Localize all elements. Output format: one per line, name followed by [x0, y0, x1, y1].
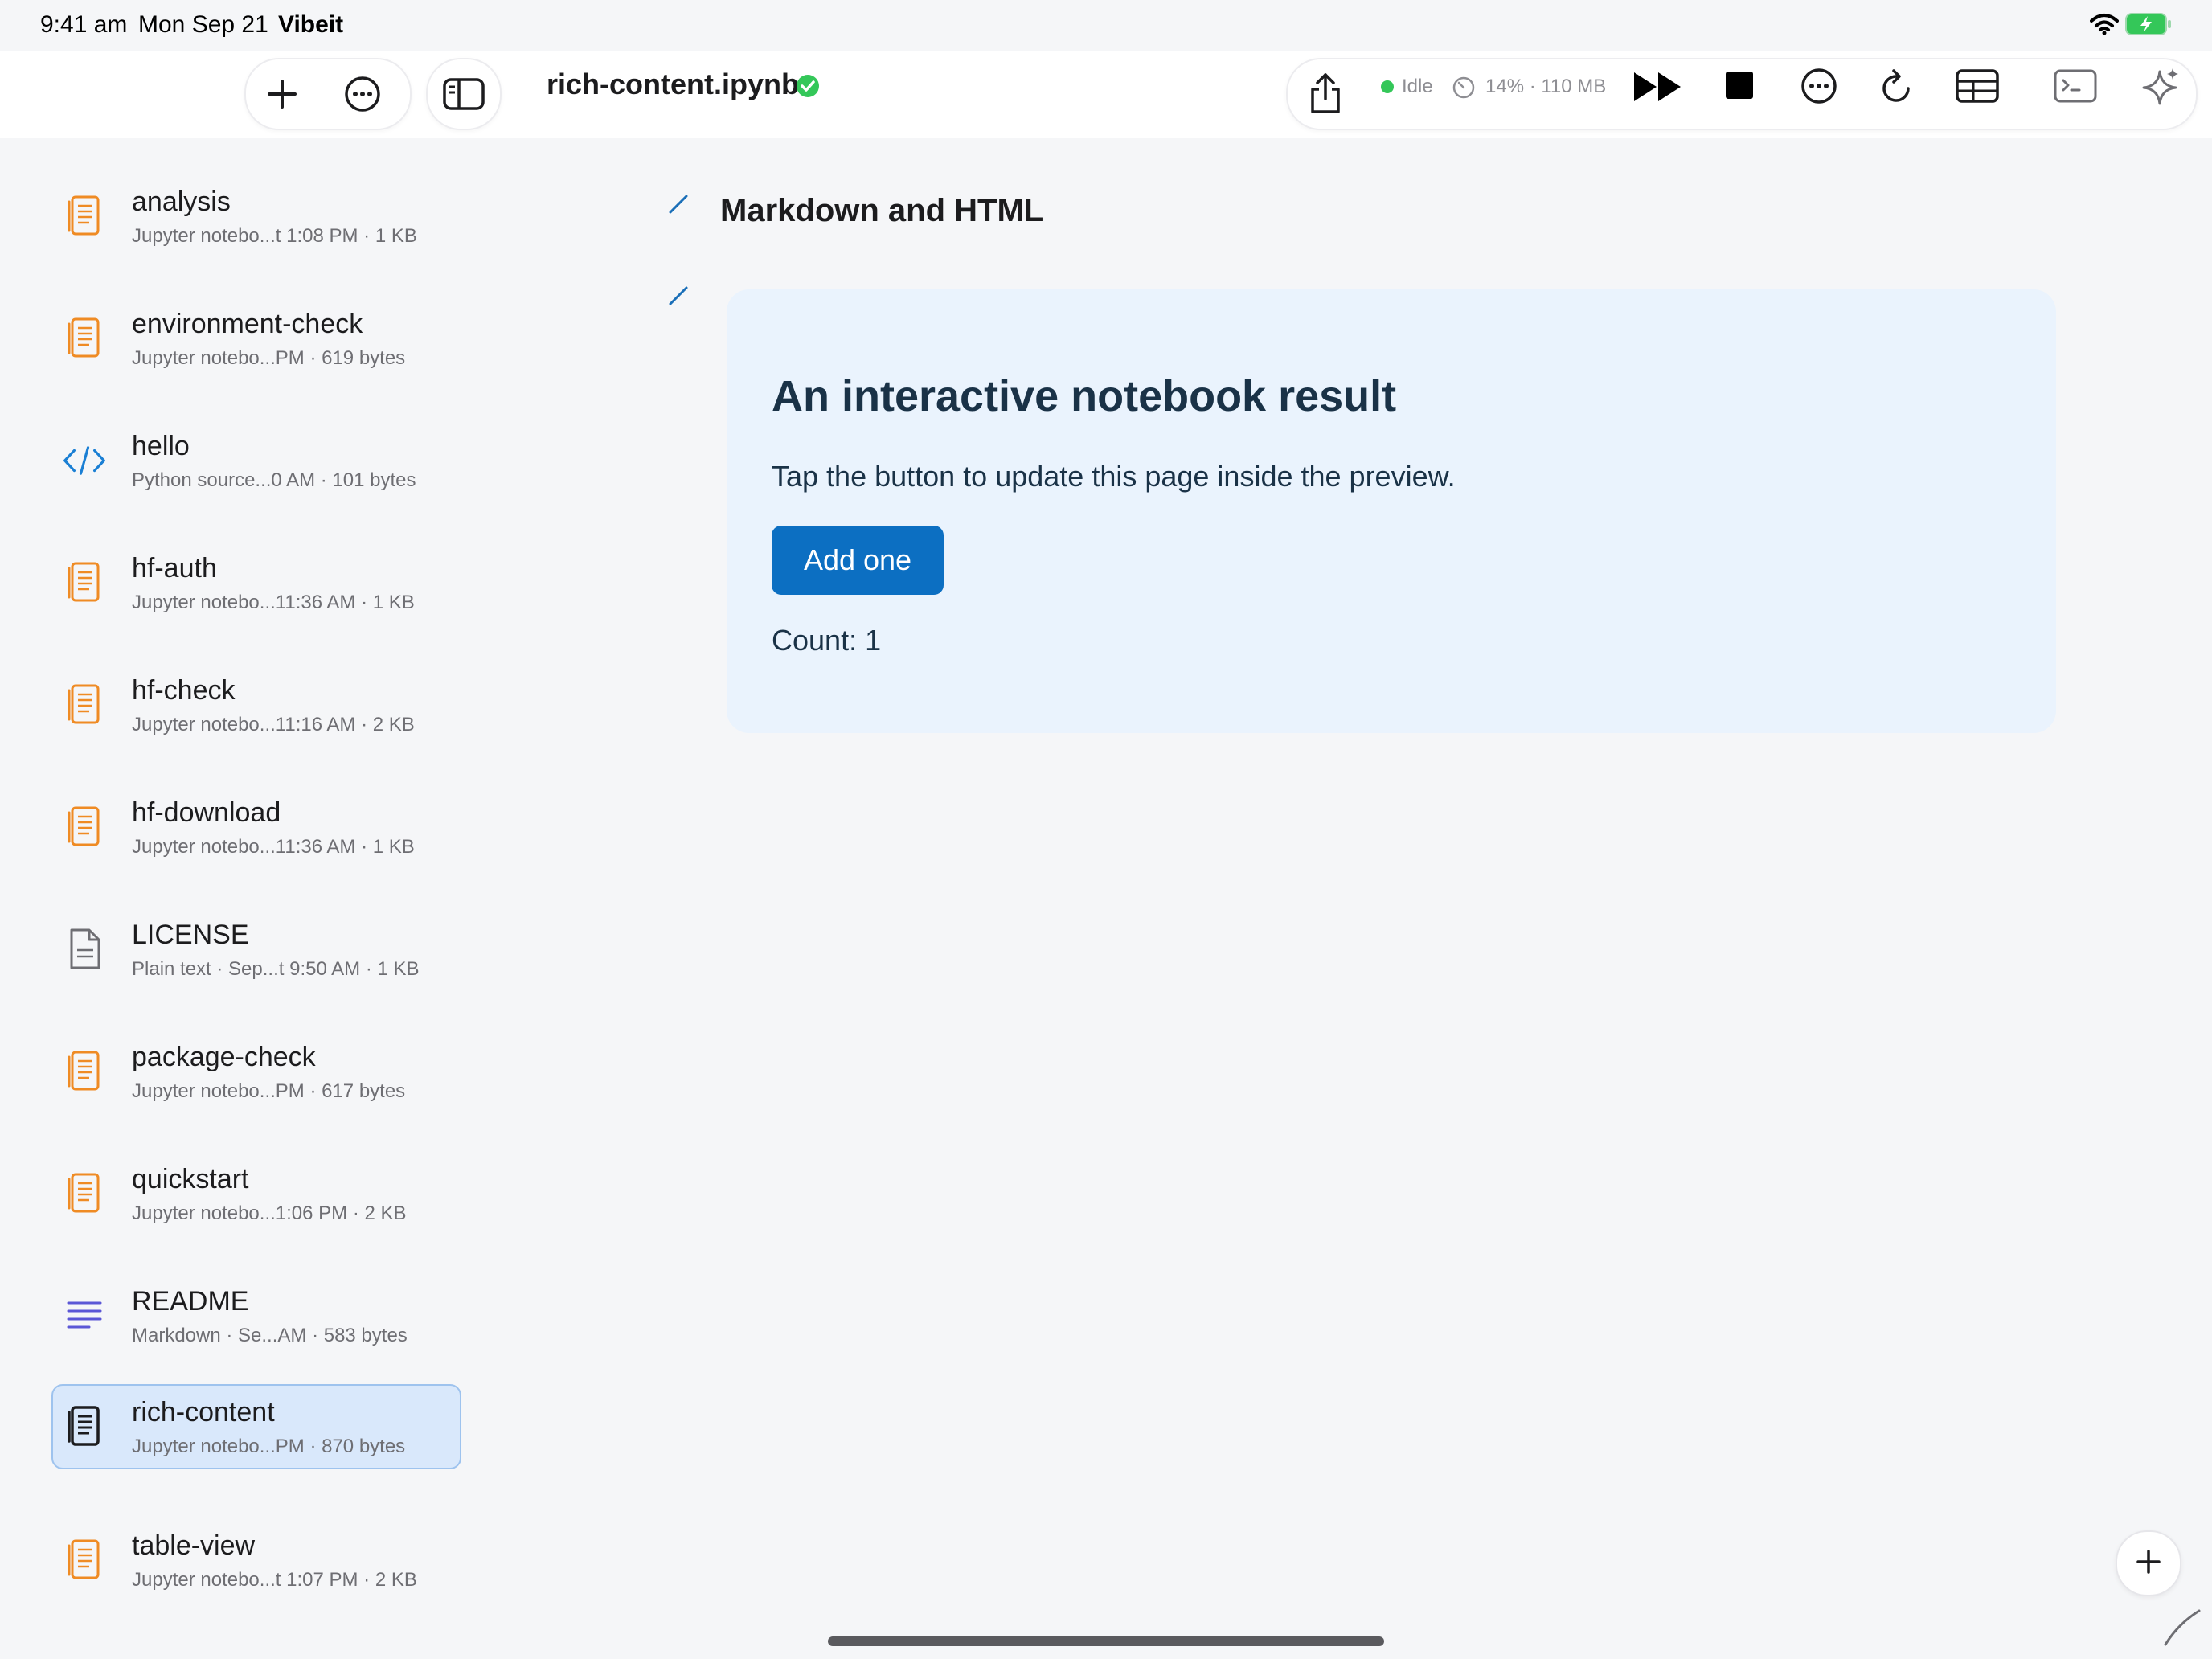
home-indicator[interactable]	[828, 1636, 1384, 1646]
output-description: Tap the button to update this page insid…	[772, 460, 1456, 493]
more-options-icon[interactable]	[1799, 66, 1839, 106]
notebook-icon	[63, 561, 106, 604]
status-date: Mon Sep 21	[138, 11, 268, 38]
file-name: hf-auth	[132, 553, 217, 584]
file-item-readme[interactable]: README Markdown · Se...AM · 583 bytes	[51, 1273, 461, 1358]
document-title[interactable]: rich-content.ipynb	[547, 68, 799, 101]
file-item-package-check[interactable]: package-check Jupyter notebo...PM · 617 …	[51, 1029, 461, 1114]
output-title: An interactive notebook result	[772, 372, 1397, 420]
file-meta: Jupyter notebo...11:16 AM · 2 KB	[132, 714, 415, 735]
edit-cell-icon[interactable]	[667, 285, 690, 311]
top-toolbar: rich-content.ipynb Idle 14% · 110 MB	[0, 51, 2212, 138]
notebook-icon	[63, 1405, 106, 1448]
notebook-icon	[63, 805, 106, 849]
restart-icon[interactable]	[1878, 66, 1916, 108]
file-name: rich-content	[132, 1397, 275, 1428]
file-item-environment-check[interactable]: environment-check Jupyter notebo...PM · …	[51, 296, 461, 381]
file-name: analysis	[132, 186, 231, 217]
file-name: LICENSE	[132, 920, 249, 950]
markdown-cell-heading: Markdown and HTML	[720, 193, 1044, 228]
notebook-icon	[63, 317, 106, 360]
plus-icon	[2135, 1548, 2162, 1579]
wifi-icon	[2090, 13, 2119, 39]
add-cell-button[interactable]	[2116, 1530, 2181, 1596]
text-file-icon	[63, 928, 106, 971]
file-item-rich-content[interactable]: rich-content Jupyter notebo...PM · 870 b…	[51, 1384, 461, 1469]
notebook-icon	[63, 1050, 106, 1093]
battery-charging-icon	[2125, 13, 2172, 39]
terminal-icon[interactable]	[2053, 68, 2098, 104]
count-text: Count: 1	[772, 624, 882, 657]
sidebar-toggle-icon	[442, 76, 485, 113]
notebook-icon	[63, 1538, 106, 1582]
toolbar-left-group	[244, 58, 412, 130]
notebook-icon	[63, 1172, 106, 1215]
file-sidebar: analysis Jupyter notebo...t 1:08 PM · 1 …	[0, 138, 482, 1659]
markdown-icon	[63, 1294, 106, 1337]
file-meta: Markdown · Se...AM · 583 bytes	[132, 1325, 408, 1346]
file-name: hf-download	[132, 797, 281, 828]
file-item-analysis[interactable]: analysis Jupyter notebo...t 1:08 PM · 1 …	[51, 174, 461, 259]
file-name: hf-check	[132, 675, 236, 706]
file-item-hello[interactable]: hello Python source...0 AM · 101 bytes	[51, 418, 461, 503]
kernel-usage: 14% · 110 MB	[1485, 76, 1607, 97]
status-bar: 9:41 am Mon Sep 21 Vibeit	[0, 0, 2212, 51]
html-output-card: An interactive notebook result Tap the b…	[727, 289, 2056, 733]
plus-icon[interactable]	[264, 76, 301, 113]
code-icon	[63, 439, 106, 482]
gauge-icon	[1452, 76, 1476, 104]
file-name: table-view	[132, 1530, 256, 1561]
file-meta: Python source...0 AM · 101 bytes	[132, 469, 416, 491]
status-time: 9:41 am	[40, 11, 128, 38]
file-item-hf-check[interactable]: hf-check Jupyter notebo...11:16 AM · 2 K…	[51, 662, 461, 748]
ellipsis-circle-icon[interactable]	[342, 74, 383, 114]
file-name: hello	[132, 431, 190, 461]
stop-icon[interactable]	[1723, 69, 1755, 101]
add-one-button[interactable]: Add one	[772, 526, 944, 595]
file-item-quickstart[interactable]: quickstart Jupyter notebo...1:06 PM · 2 …	[51, 1151, 461, 1236]
file-item-hf-download[interactable]: hf-download Jupyter notebo...11:36 AM · …	[51, 784, 461, 870]
file-name: quickstart	[132, 1164, 249, 1194]
notebook-icon	[63, 683, 106, 727]
file-item-license[interactable]: LICENSE Plain text · Sep...t 9:50 AM · 1…	[51, 907, 461, 992]
file-name: package-check	[132, 1042, 316, 1072]
file-meta: Plain text · Sep...t 9:50 AM · 1 KB	[132, 958, 420, 980]
file-meta: Jupyter notebo...11:36 AM · 1 KB	[132, 592, 415, 613]
table-icon[interactable]	[1955, 68, 2000, 104]
sidebar-toggle-button[interactable]	[426, 58, 502, 130]
file-item-table-view[interactable]: table-view Jupyter notebo...t 1:07 PM · …	[51, 1518, 461, 1603]
sparkles-icon[interactable]	[2141, 66, 2181, 108]
file-meta: Jupyter notebo...PM · 619 bytes	[132, 347, 406, 369]
edit-cell-icon[interactable]	[667, 193, 690, 219]
file-meta: Jupyter notebo...1:06 PM · 2 KB	[132, 1202, 407, 1224]
file-meta: Jupyter notebo...PM · 617 bytes	[132, 1080, 406, 1102]
file-meta: Jupyter notebo...t 1:08 PM · 1 KB	[132, 225, 417, 247]
run-all-icon[interactable]	[1632, 66, 1685, 108]
pencil-hover-icon	[2162, 1608, 2202, 1652]
file-meta: Jupyter notebo...t 1:07 PM · 2 KB	[132, 1569, 417, 1591]
kernel-status: Idle	[1402, 76, 1433, 97]
file-meta: Jupyter notebo...PM · 870 bytes	[132, 1436, 406, 1457]
file-meta: Jupyter notebo...11:36 AM · 1 KB	[132, 836, 415, 858]
share-icon[interactable]	[1304, 71, 1347, 116]
checkmark-circle-icon	[796, 74, 820, 102]
file-name: README	[132, 1286, 249, 1317]
file-name: environment-check	[132, 309, 363, 339]
notebook-icon	[63, 195, 106, 238]
status-app-name: Vibeit	[278, 11, 344, 38]
kernel-status-dot	[1381, 80, 1394, 93]
file-item-hf-auth[interactable]: hf-auth Jupyter notebo...11:36 AM · 1 KB	[51, 540, 461, 625]
